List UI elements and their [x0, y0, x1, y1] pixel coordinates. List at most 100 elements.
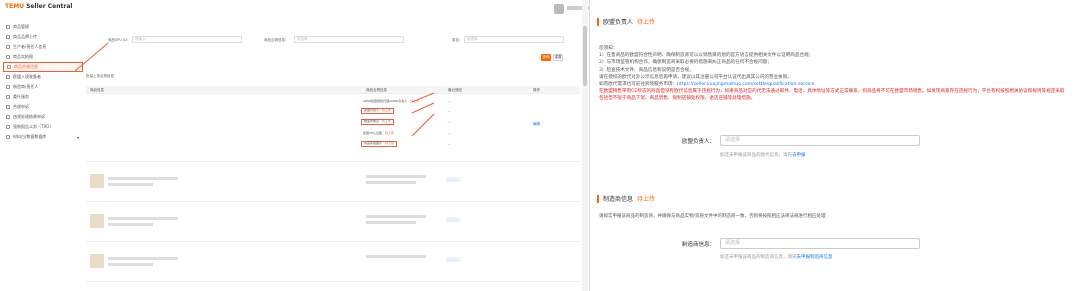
page-scrollbar[interactable] — [582, 0, 588, 291]
shield-icon — [6, 75, 10, 79]
sidebar-item-violation-appeal[interactable]: 违规处理结果申诉 — [3, 112, 83, 122]
flag-icon — [6, 105, 10, 109]
compliance-tag-eu-rep[interactable]: 欧盟负责人 · 待上传 — [361, 108, 394, 114]
sidebar-item-tro[interactable]: 强制报告义务（TRO） — [3, 122, 83, 132]
avatar[interactable] — [554, 4, 564, 14]
sidebar-item-eu-entry[interactable]: 欧盟入境准备者 — [3, 72, 83, 82]
compliance-blurred — [366, 181, 416, 184]
seller-console-panel: TEMU Seller Central 商品管理 商品品牌上传 生产者/责任人信… — [0, 0, 590, 291]
report-icon — [6, 125, 10, 129]
handshake-icon — [6, 95, 10, 99]
eu-rep-select[interactable]: 请选择 — [720, 135, 920, 146]
col-compliance-info: 商品合规信息 — [366, 88, 387, 92]
spu-id-label: 商品SPU ID： — [108, 38, 131, 42]
compliance-blurred — [366, 255, 426, 258]
mfr-help: 如还未申报该商品的制造商信息，请先去申报制造商信息 — [720, 255, 833, 260]
requirements-intro: 您须知： — [599, 46, 618, 51]
spu-id-input[interactable]: 请输入 — [132, 36, 242, 43]
requirement-line: 1）在售商品的欧盟符合性声明、确保制造商可以以销售目的地的官方语言提供相关文件以… — [599, 53, 814, 59]
factory-icon — [6, 85, 10, 89]
sidebar-item-manufacturer[interactable]: 制造商/责任人 — [3, 82, 83, 92]
list-icon — [6, 25, 10, 29]
col-product-info: 商品信息 — [90, 88, 104, 92]
compliance-blurred — [366, 221, 416, 224]
app-logo[interactable]: TEMU Seller Central — [5, 3, 72, 10]
service-market-link[interactable]: https://seller.kuajingmaihuo.com/settle/… — [677, 82, 814, 87]
product-meta-blurred — [108, 223, 153, 226]
status-badge — [446, 257, 460, 262]
table-row — [86, 244, 580, 282]
warning-icon — [6, 115, 10, 119]
reset-button[interactable]: 重置 — [553, 54, 563, 61]
sidebar-item-materials-db[interactable]: 材料白/数据数据库 ▾ — [3, 132, 83, 142]
product-title-blurred — [108, 177, 178, 180]
requirement-line: 请在授权的欧代对外公示信息后再申请，建议以其注册公司平台认证代出具其公司的营业执… — [599, 74, 792, 80]
status-badge: 待上传 — [637, 196, 656, 203]
compliance-tag-manufacturer[interactable]: 制造商信息 · 待上传 — [361, 119, 394, 125]
violation-warning: 在欧盟销售带有CE标志的商品但没有欧代信息属于违规行为，如果商品对应的代无法通过… — [599, 89, 1065, 102]
col-actions: 操作 — [533, 88, 540, 92]
table-row — [86, 204, 580, 242]
doc-icon — [7, 65, 11, 69]
col-last-rejected: 最近驳回 — [448, 88, 462, 92]
image-icon — [6, 55, 10, 59]
sidebar-item-appeal[interactable]: 合规申诉 — [3, 102, 83, 112]
eu-rep-field-label: 欧盟负责人： — [682, 139, 716, 145]
requirement-line: 2）与市场监管机构合作，确保制造商采取必要的措施来纠正商品的任何不合规问题； — [599, 60, 772, 66]
eu-rep-help: 如还未申报该商品的欧代信息，请先去申报 — [720, 153, 806, 158]
compliance-tag-photos[interactable]: 商品实拍图片 · 待上传 — [361, 141, 397, 147]
eu-section-title: 欧盟负责人 待上传 — [597, 17, 655, 26]
sidebar-item-product-management[interactable]: 商品管理 — [3, 22, 83, 32]
last-rejected-value: -- — [448, 142, 451, 147]
category-select[interactable]: 请选择 — [464, 36, 564, 43]
declare-eu-rep-link[interactable]: 去申报 — [792, 153, 806, 158]
sidebar-item-compliance-info[interactable]: 商品合规信息 — [3, 62, 83, 72]
last-rejected-value: -- — [448, 120, 451, 125]
database-icon — [6, 135, 10, 139]
query-button[interactable]: 查询 — [541, 54, 551, 61]
sidebar: 商品管理 商品品牌上传 生产者/责任人信息 商品实拍图 商品合规信息 欧盟入境准… — [3, 22, 83, 142]
scrollbar-thumb[interactable] — [583, 26, 587, 86]
compliance-tag-ce[interactable]: 欧盟CE认证图 · 待上传 — [361, 130, 396, 136]
compliance-tag-gpsr[interactable]: GPSR欧盟授权代理/GPSR负责人 · 待上传 — [361, 98, 421, 104]
mfr-section-title: 制造商信息 待上传 — [597, 194, 655, 203]
batch-upload-hint[interactable]: 批量上传合规信息 — [86, 74, 114, 79]
section-accent-bar — [597, 194, 599, 203]
service-market-line: 如有欧代需求也可前往跨境服务市场：https://seller.kuajingm… — [599, 82, 815, 88]
tag-icon — [6, 35, 10, 39]
sidebar-item-product-photos[interactable]: 商品实拍图 — [3, 52, 83, 62]
mfr-field-label: 制造商信息： — [682, 242, 716, 248]
product-thumbnail[interactable] — [90, 254, 104, 268]
status-badge — [446, 217, 460, 222]
status-badge — [446, 177, 460, 182]
requirement-line: 3）检查技术文件、商品信息和说明是否合规。 — [599, 67, 694, 73]
table-row: GPSR欧盟授权代理/GPSR负责人 · 待上传 欧盟负责人 · 待上传 制造商… — [86, 94, 580, 162]
last-rejected-value: -- — [448, 131, 451, 136]
product-meta-blurred — [108, 183, 153, 186]
product-title-blurred — [108, 217, 178, 220]
sidebar-item-entrusted-service[interactable]: 委托服务 — [3, 92, 83, 102]
status-badge: 待上传 — [637, 19, 656, 26]
compliance-blurred — [366, 215, 426, 218]
sidebar-item-producer-info[interactable]: 生产者/责任人信息 — [3, 42, 83, 52]
category-label: 类目： — [452, 38, 463, 42]
section-accent-bar — [597, 17, 599, 26]
product-meta-blurred — [108, 263, 153, 266]
compliance-filter-select[interactable]: 请选择 — [294, 36, 404, 43]
compliance-blurred — [366, 175, 426, 178]
declare-mfr-link[interactable]: 去申报制造商信息 — [797, 255, 833, 260]
table-header: 商品信息 商品合规信息 最近驳回 操作 — [86, 86, 580, 94]
last-rejected-value: -- — [448, 99, 451, 104]
eu-requirements: 您须知： 1）在售商品的欧盟符合性声明、确保制造商可以以销售目的地的官方语言提供… — [599, 45, 1069, 103]
last-rejected-value: -- — [448, 109, 451, 114]
chevron-down-icon[interactable]: ▾ — [77, 135, 79, 140]
user-icon — [6, 45, 10, 49]
edit-link[interactable]: 编辑 — [533, 122, 540, 127]
product-title-blurred — [108, 257, 178, 260]
sidebar-item-brand-upload[interactable]: 商品品牌上传 — [3, 32, 83, 42]
mfr-select[interactable]: 请选择 — [720, 238, 920, 249]
compliance-detail-panel: 欧盟负责人 待上传 您须知： 1）在售商品的欧盟符合性声明、确保制造商可以以销售目… — [592, 0, 1080, 291]
table-row — [86, 164, 580, 202]
product-thumbnail[interactable] — [90, 214, 104, 228]
product-thumbnail[interactable] — [90, 174, 104, 188]
